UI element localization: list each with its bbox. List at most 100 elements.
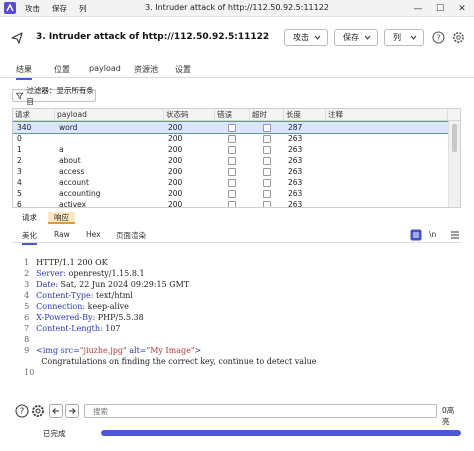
table-row[interactable]: 340 word 200 287 (13, 121, 449, 134)
page-title: 3. Intruder attack of http://112.50.92.5… (36, 32, 270, 42)
chevron-down-icon (364, 35, 371, 40)
attack-button-label: 攻击 (293, 33, 309, 42)
column-header-payload[interactable]: payload (55, 109, 164, 121)
code-line: 7 Content-Length: 107 (24, 324, 121, 333)
save-button[interactable]: 保存 (334, 29, 378, 46)
timeout-checkbox (263, 179, 271, 187)
code-line: 8 (12, 323, 36, 344)
cell-status: 200 (168, 145, 183, 154)
cell-status: 200 (168, 189, 183, 198)
close-window-button[interactable]: ✕ (450, 0, 474, 17)
newline-toggle-icon[interactable]: \n (429, 230, 436, 239)
minimize-button[interactable]: — (406, 0, 430, 17)
arrow-left-icon[interactable] (49, 404, 63, 418)
error-checkbox (228, 124, 236, 132)
menu-icon[interactable] (449, 229, 461, 241)
status-bar: 已完成 (0, 425, 474, 441)
cell-request: 4 (17, 178, 22, 187)
menu-columns[interactable]: 列 (79, 3, 87, 14)
cell-request: 0 (17, 134, 22, 143)
header-value: 107 (102, 324, 121, 333)
scrollbar-thumb[interactable] (452, 124, 457, 152)
menu-attack[interactable]: 攻击 (25, 3, 40, 14)
error-checkbox (228, 179, 236, 187)
tab-resource-pool[interactable]: 资源池 (134, 64, 158, 75)
cell-payload: word (59, 123, 78, 132)
column-header-error[interactable]: 错误 (215, 109, 250, 121)
list-view-icon[interactable] (410, 229, 422, 241)
arrow-right-icon[interactable] (65, 404, 79, 418)
send-icon[interactable] (10, 31, 24, 45)
columns-button-label: 列 (393, 33, 401, 42)
cell-status: 200 (168, 156, 183, 165)
tab-hex[interactable]: Hex (86, 230, 101, 239)
error-checkbox (228, 146, 236, 154)
timeout-checkbox (263, 168, 271, 176)
filter-label: 过滤器：显示所有条目 (26, 85, 94, 106)
column-header-request[interactable]: 请求 (13, 109, 55, 121)
menu-save[interactable]: 保存 (52, 3, 67, 14)
tab-positions[interactable]: 位置 (54, 64, 70, 75)
viewer-tabs: 美化 Raw Hex 页面渲染 \n (12, 229, 461, 245)
timeout-checkbox (263, 157, 271, 165)
tab-raw[interactable]: Raw (54, 230, 70, 239)
tab-pretty[interactable]: 美化 (22, 230, 37, 245)
menu-bar: 攻击 保存 列 (25, 3, 99, 14)
code-line: 3 Date: Sat, 22 Jun 2024 09:29:15 GMT (24, 280, 190, 289)
tab-results[interactable]: 结果 (16, 64, 32, 80)
error-checkbox (228, 135, 236, 143)
table-row[interactable]: 5 accounting 200 263 (13, 188, 448, 199)
title-bar: 攻击 保存 列 3. Intruder attack of http://112… (0, 0, 474, 17)
tab-render[interactable]: 页面渲染 (116, 230, 146, 241)
columns-button[interactable]: 列 (384, 29, 424, 46)
tab-request[interactable]: 请求 (16, 212, 43, 224)
code-line: Congratulations on finding the correct k… (12, 345, 316, 366)
cell-length: 263 (288, 189, 303, 198)
code-line: 10 (12, 356, 36, 377)
attack-button[interactable]: 攻击 (284, 29, 328, 46)
table-row[interactable]: 1 a 200 263 (13, 144, 448, 155)
results-table: 请求 payload 状态码 错误 超时 长度 注释 340 word 200 … (12, 108, 461, 208)
table-row[interactable]: 6 activex 200 263 (13, 199, 448, 208)
column-header-status[interactable]: 状态码 (164, 109, 215, 121)
table-row[interactable]: 4 account 200 263 (13, 177, 448, 188)
table-scrollbar[interactable] (448, 121, 460, 207)
cell-payload: activex (59, 200, 87, 208)
table-row[interactable]: 2 about 200 263 (13, 155, 448, 166)
response-viewer[interactable]: 1 HTTP/1.1 200 OK 2 Server: openresty/1.15… (12, 244, 461, 399)
request-response-tabs: 请求 响应 (12, 212, 461, 224)
timeout-checkbox (263, 201, 271, 207)
cell-status: 200 (168, 178, 183, 187)
code-line: 5 Connection: keep-alive (24, 302, 129, 311)
tab-settings[interactable]: 设置 (175, 64, 191, 75)
column-header-timeout[interactable]: 超时 (250, 109, 284, 121)
column-header-length[interactable]: 长度 (284, 109, 326, 121)
table-row[interactable]: 0 200 263 (13, 133, 448, 144)
tab-payloads[interactable]: payload (89, 64, 121, 73)
cell-length: 263 (288, 156, 303, 165)
search-footer: ? 0高亮 (12, 404, 461, 426)
help-icon[interactable]: ? (432, 31, 445, 44)
settings-gear-icon[interactable] (31, 404, 45, 418)
error-checkbox (228, 190, 236, 198)
cell-status: 200 (168, 200, 183, 208)
timeout-checkbox (263, 146, 271, 154)
maximize-button[interactable]: ☐ (428, 0, 452, 17)
cell-request: 5 (17, 189, 22, 198)
timeout-checkbox (263, 190, 271, 198)
cell-payload: a (59, 145, 64, 154)
help-icon[interactable]: ? (15, 404, 29, 418)
header-name: Content-Length (36, 324, 100, 333)
filter-bar[interactable]: 过滤器：显示所有条目 (12, 86, 96, 106)
column-header-comment[interactable]: 注释 (326, 109, 448, 121)
settings-gear-icon[interactable] (452, 31, 465, 44)
timeout-checkbox (263, 135, 271, 143)
cell-request: 6 (17, 200, 22, 208)
cell-payload: about (59, 156, 81, 165)
status-text: 已完成 (43, 429, 66, 438)
timeout-checkbox (263, 124, 271, 132)
tab-response[interactable]: 响应 (48, 212, 75, 224)
table-row[interactable]: 3 access 200 263 (13, 166, 448, 177)
search-input[interactable] (84, 404, 437, 418)
cell-payload (57, 133, 59, 144)
